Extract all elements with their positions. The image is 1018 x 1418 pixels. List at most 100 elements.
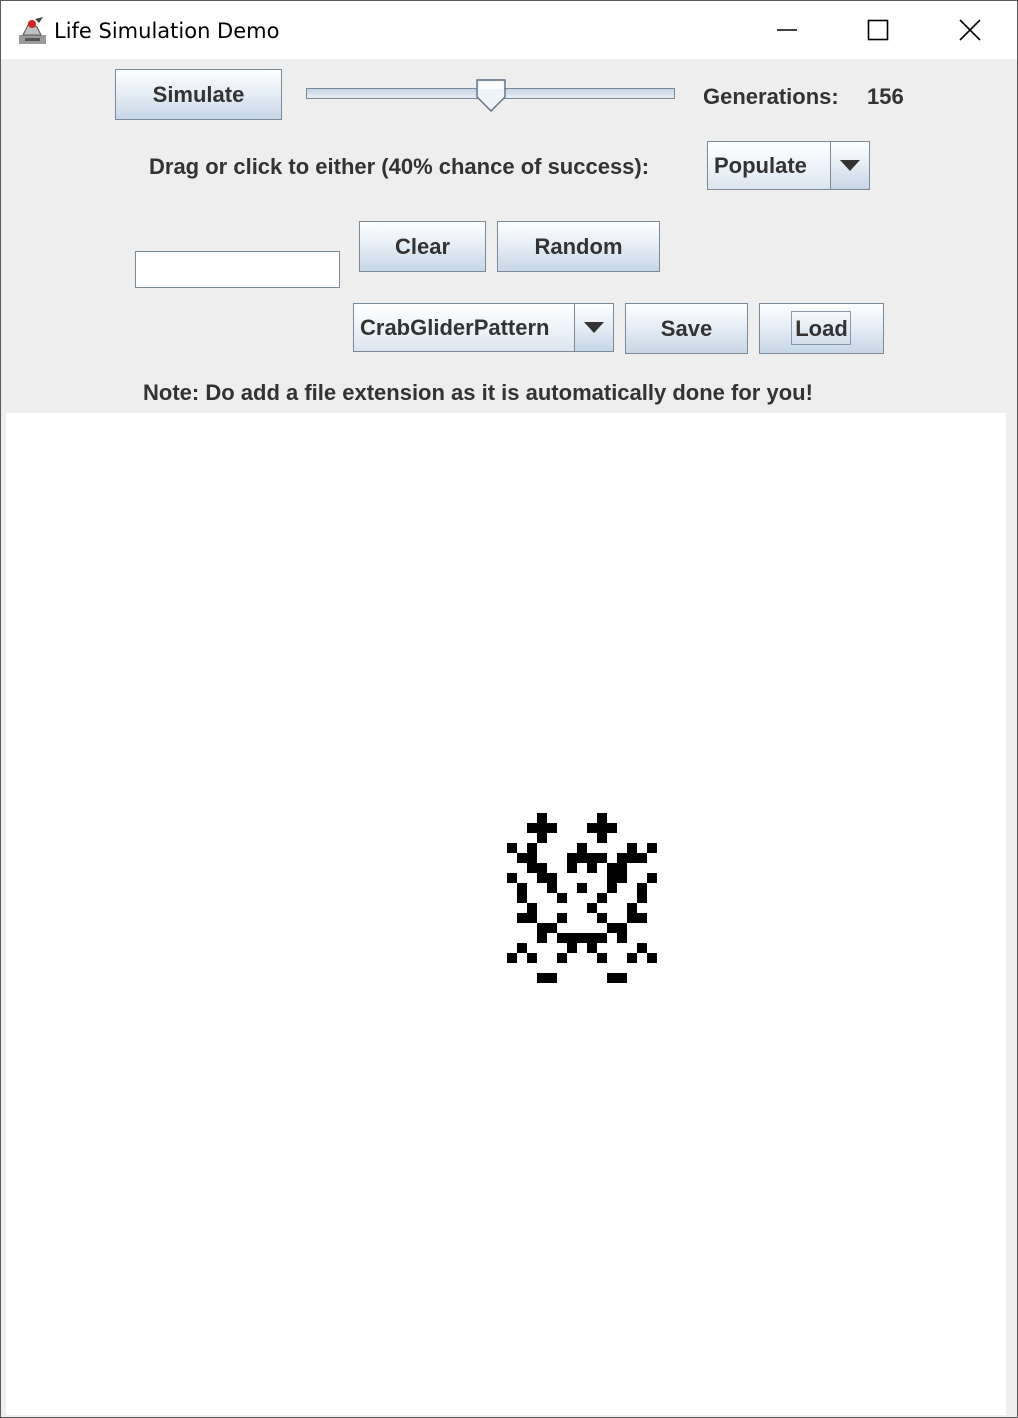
live-cell [527, 903, 537, 913]
live-cell [507, 953, 517, 963]
live-cell [577, 883, 587, 893]
live-cell [577, 843, 587, 853]
live-cell [607, 823, 617, 833]
live-cell [607, 873, 617, 883]
live-cell [507, 873, 517, 883]
file-note: Note: Do add a file extension as it is a… [143, 380, 813, 405]
live-cell [557, 913, 567, 923]
live-cell [617, 973, 627, 983]
live-cell [537, 823, 547, 833]
live-cell [577, 853, 587, 863]
live-cell [597, 813, 607, 823]
live-cell [517, 893, 527, 903]
live-cell [607, 923, 617, 933]
maximize-icon [867, 19, 889, 41]
close-button[interactable] [924, 1, 1016, 59]
live-cell [547, 973, 557, 983]
close-icon [959, 19, 981, 41]
live-cell [567, 933, 577, 943]
live-cell [617, 853, 627, 863]
live-cell [557, 933, 567, 943]
simulation-grid[interactable] [6, 413, 1006, 1415]
live-cell [597, 853, 607, 863]
live-cell [627, 913, 637, 923]
maximize-button[interactable] [832, 1, 924, 59]
live-cell [537, 933, 547, 943]
live-cell [607, 973, 617, 983]
live-cell [647, 953, 657, 963]
live-cell [587, 823, 597, 833]
control-panel: Simulate Generations: 156 Drag or click … [1, 59, 1017, 413]
pattern-dropdown[interactable]: CrabGliderPattern [353, 303, 614, 352]
live-cell [637, 913, 647, 923]
pattern-selected-value: CrabGliderPattern [360, 314, 550, 340]
live-cell [547, 873, 557, 883]
live-cell [547, 923, 557, 933]
live-cell [587, 903, 597, 913]
live-cell [517, 913, 527, 923]
filename-input[interactable] [135, 251, 340, 288]
generations-count: 156 [867, 84, 904, 109]
live-cell [517, 853, 527, 863]
minimize-button[interactable] [741, 1, 833, 59]
focus-ring [791, 311, 851, 345]
chevron-down-icon [840, 160, 860, 171]
live-cell [597, 933, 607, 943]
live-cell [627, 903, 637, 913]
live-cell [547, 823, 557, 833]
java-app-icon [19, 17, 46, 44]
live-cell [587, 933, 597, 943]
live-cell [597, 913, 607, 923]
live-cell [587, 943, 597, 953]
mode-dropdown[interactable]: Populate [707, 141, 870, 190]
live-cell [637, 883, 647, 893]
live-cell [527, 823, 537, 833]
live-cell [617, 863, 627, 873]
live-cell [587, 863, 597, 873]
live-cell [597, 893, 607, 903]
generations-label: Generations: [703, 84, 839, 109]
live-cell [627, 853, 637, 863]
live-cell [597, 833, 607, 843]
app-window: Life Simulation Demo Simulate Generation… [0, 0, 1018, 1418]
live-cell [627, 953, 637, 963]
live-cell [527, 913, 537, 923]
live-cell [527, 863, 537, 873]
live-cell [607, 863, 617, 873]
random-button[interactable]: Random [497, 221, 660, 272]
live-cell [537, 863, 547, 873]
simulate-button[interactable]: Simulate [115, 69, 282, 120]
live-cell [587, 853, 597, 863]
live-cell [637, 943, 647, 953]
live-cell [627, 843, 637, 853]
pattern-dropdown-toggle[interactable] [574, 303, 614, 352]
save-button[interactable]: Save [625, 303, 748, 354]
load-button[interactable]: Load [759, 303, 884, 354]
live-cell [507, 843, 517, 853]
live-cell [567, 853, 577, 863]
live-cell [607, 883, 617, 893]
chevron-down-icon [584, 322, 604, 333]
mode-label: Drag or click to either (40% chance of s… [149, 154, 650, 179]
mode-selected-value: Populate [714, 152, 807, 178]
live-cell [517, 943, 527, 953]
speed-slider-thumb[interactable] [475, 79, 506, 112]
live-cell [637, 893, 647, 903]
live-cell [527, 953, 537, 963]
clear-button[interactable]: Clear [359, 221, 486, 272]
live-cell [537, 833, 547, 843]
live-cell [527, 853, 537, 863]
live-cell [597, 953, 607, 963]
live-cell [557, 893, 567, 903]
mode-dropdown-toggle[interactable] [830, 141, 870, 190]
live-cell [517, 883, 527, 893]
live-cell [547, 883, 557, 893]
live-cell [567, 943, 577, 953]
live-cell [537, 873, 547, 883]
live-cell [637, 853, 647, 863]
minimize-icon [777, 29, 797, 31]
title-bar: Life Simulation Demo [1, 1, 1017, 59]
live-cell [567, 863, 577, 873]
live-cell [577, 933, 587, 943]
live-cell [647, 843, 657, 853]
